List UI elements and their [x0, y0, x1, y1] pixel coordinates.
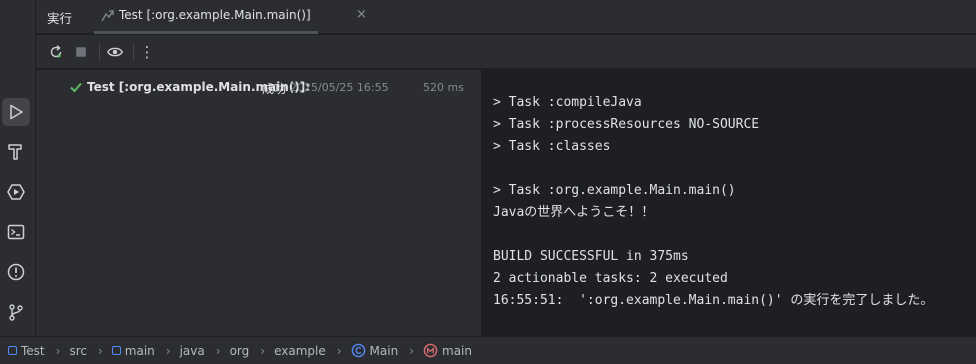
- close-icon[interactable]: ×: [356, 7, 367, 22]
- console-output[interactable]: > Task :compileJava > Task :processResou…: [482, 70, 976, 336]
- services-icon[interactable]: [2, 178, 30, 206]
- console-line: Javaの世界へようこそ！！: [493, 205, 655, 220]
- chevron-right-icon: ›: [165, 343, 171, 358]
- chevron-right-icon: ›: [97, 343, 103, 358]
- stop-icon[interactable]: [71, 42, 91, 62]
- run-icon[interactable]: [2, 98, 30, 126]
- breadcrumb-item-src[interactable]: src: [69, 344, 87, 358]
- chevron-right-icon: ›: [215, 343, 221, 358]
- tab-test-run[interactable]: Test [:org.example.Main.main()] ×: [94, 0, 367, 34]
- console-line: > Task :classes: [493, 139, 611, 154]
- console-lines: > Task :compileJava > Task :processResou…: [493, 92, 933, 312]
- eye-icon[interactable]: [105, 42, 125, 62]
- git-icon[interactable]: [2, 298, 30, 326]
- test-duration: 520 ms: [423, 81, 464, 94]
- test-datetime: 2025/05/25 16:55: [290, 81, 389, 94]
- test-results-tree: Test [:org.example.Main.main()]: 成功 2025…: [36, 70, 481, 336]
- breadcrumb-item-example[interactable]: example: [274, 344, 326, 358]
- toolbar-separator: [99, 44, 100, 60]
- run-tool-window-header: 実行 Test [:org.example.Main.main()] ×: [36, 0, 976, 34]
- class-icon: [351, 343, 365, 358]
- console-line: > Task :processResources NO-SOURCE: [493, 117, 760, 132]
- test-run-icon: [101, 10, 114, 22]
- breadcrumb-item-main-method[interactable]: main: [423, 343, 472, 358]
- breadcrumb-item-main-module[interactable]: main: [111, 344, 155, 358]
- toolbar-separator: [133, 44, 134, 60]
- console-line: > Task :org.example.Main.main(): [493, 183, 736, 198]
- module-icon: [111, 346, 121, 355]
- console-line: > Task :compileJava: [493, 95, 642, 110]
- test-result-row[interactable]: Test [:org.example.Main.main()]: 成功 2025…: [36, 78, 481, 98]
- tab-underline: [94, 31, 318, 34]
- build-hammer-icon[interactable]: [2, 138, 30, 166]
- tool-window-title: 実行: [47, 11, 73, 26]
- breadcrumb-item-test[interactable]: Test: [8, 344, 45, 358]
- breadcrumb-item-java[interactable]: java: [180, 344, 205, 358]
- run-toolbar: ⋮: [36, 35, 976, 69]
- terminal-icon[interactable]: [2, 218, 30, 246]
- chevron-right-icon: ›: [409, 343, 414, 358]
- chevron-right-icon: ›: [336, 343, 342, 358]
- breadcrumb: Test › src › main › java › org › example…: [0, 336, 976, 364]
- breadcrumb-item-main-class[interactable]: Main: [351, 343, 398, 358]
- module-icon: [8, 346, 17, 355]
- test-status: 成功: [262, 82, 287, 96]
- console-line: BUILD SUCCESSFUL in 375ms: [493, 249, 689, 264]
- tool-window-strip: [0, 0, 36, 336]
- method-icon: [423, 343, 438, 358]
- more-icon[interactable]: ⋮: [137, 42, 157, 62]
- chevron-right-icon: ›: [260, 343, 266, 358]
- tab-label: Test [:org.example.Main.main()]: [119, 8, 311, 22]
- console-line: 16:55:51: ':org.example.Main.main()' の実行…: [493, 293, 934, 308]
- rerun-icon[interactable]: [46, 42, 66, 62]
- problems-icon[interactable]: [2, 258, 30, 286]
- check-icon: [70, 82, 82, 93]
- console-line: 2 actionable tasks: 2 executed: [493, 271, 728, 286]
- chevron-right-icon: ›: [55, 343, 61, 358]
- breadcrumb-item-org[interactable]: org: [230, 344, 250, 358]
